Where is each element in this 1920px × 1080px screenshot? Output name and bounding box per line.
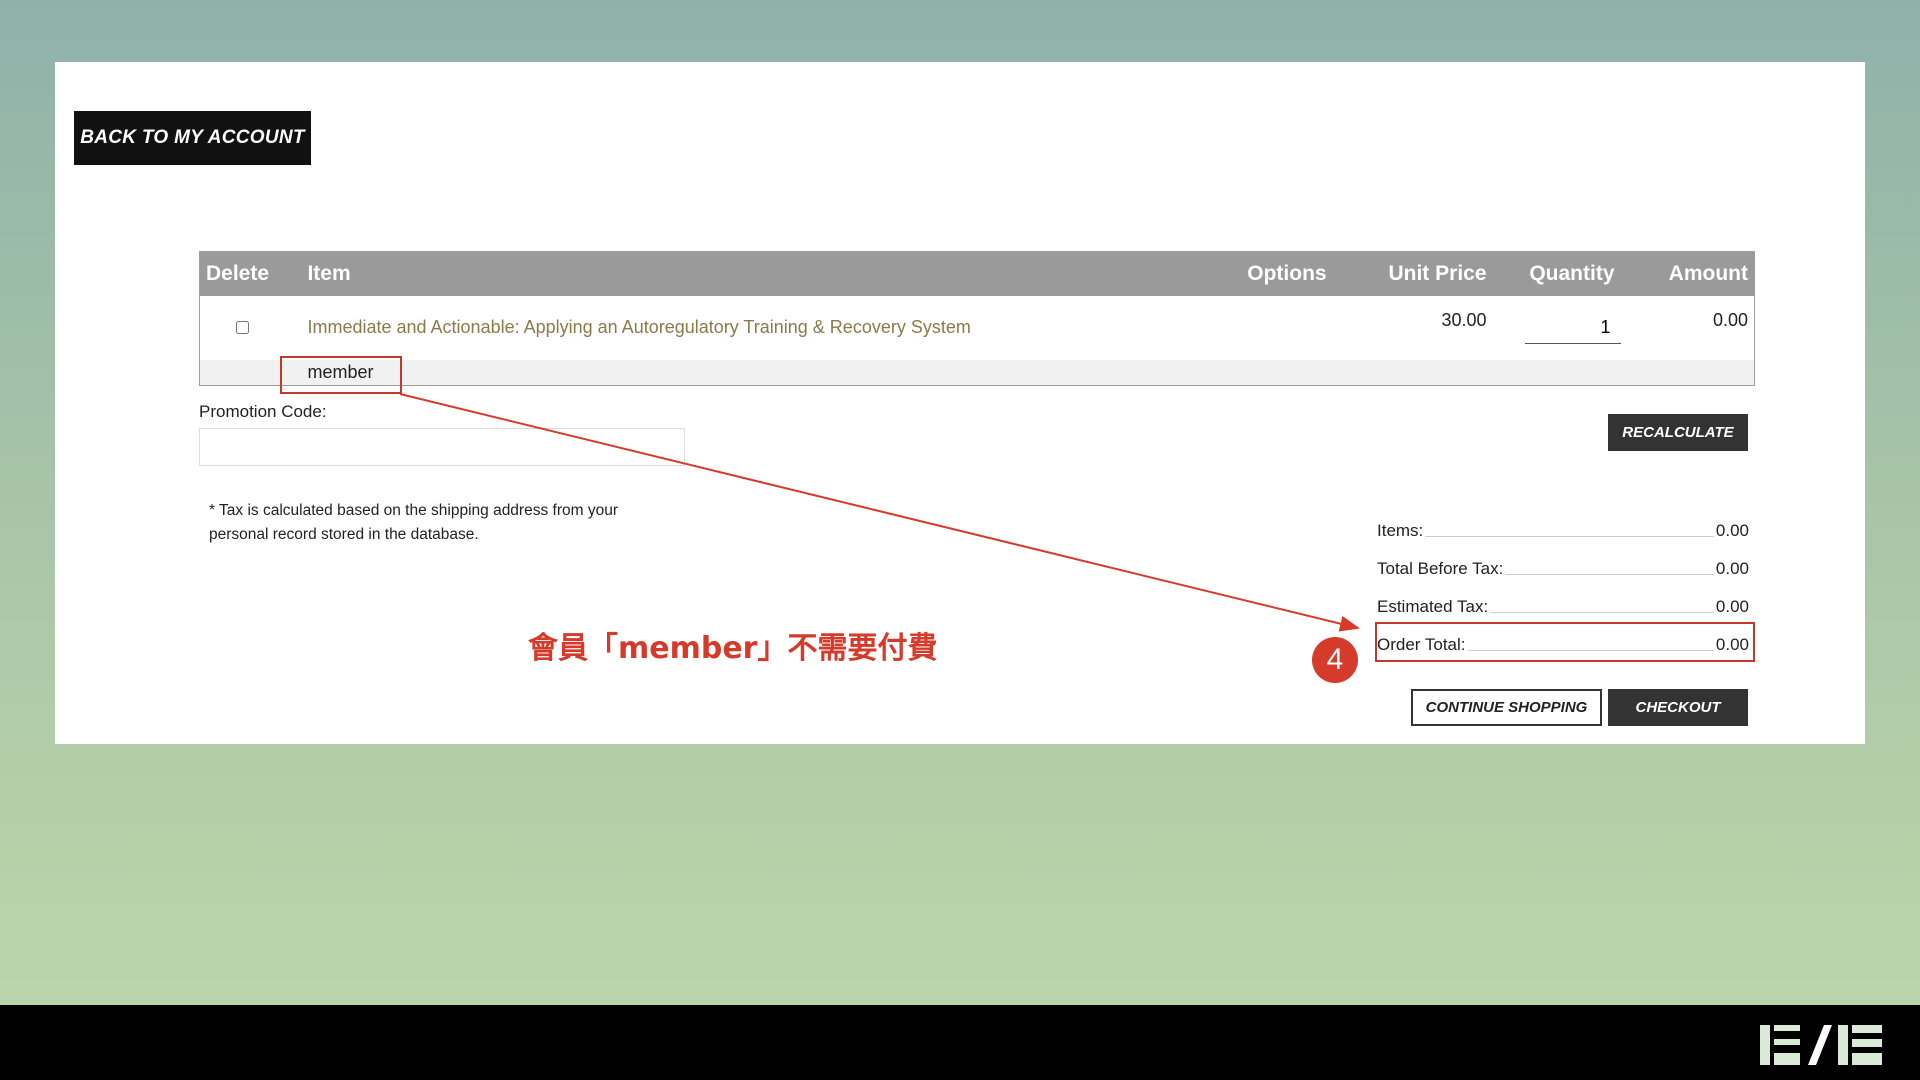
promo-code-label: Promotion Code: [199, 402, 327, 421]
before-tax-label: Total Before Tax: [1377, 559, 1506, 579]
member-highlight-box [280, 356, 402, 394]
promo-code-input[interactable] [199, 428, 685, 466]
unit-price-cell: 30.00 [1441, 309, 1487, 330]
col-options: Options [1200, 251, 1333, 296]
col-amount: Amount [1620, 251, 1755, 296]
items-total-label: Items: [1377, 521, 1426, 541]
recalculate-button[interactable]: RECALCULATE [1608, 414, 1748, 451]
item-cell: Immediate and Actionable: Applying an Au… [301, 296, 1200, 360]
back-to-account-button[interactable]: BACK TO MY ACCOUNT [74, 111, 311, 165]
continue-shopping-button[interactable]: CONTINUE SHOPPING [1411, 689, 1602, 726]
tax-note: * Tax is calculated based on the shippin… [209, 502, 618, 543]
table-row: Immediate and Actionable: Applying an Au… [200, 296, 1755, 360]
quantity-input[interactable] [1524, 311, 1621, 344]
amount-cell: 0.00 [1712, 309, 1748, 330]
item-link[interactable]: Immediate and Actionable: Applying an Au… [301, 317, 970, 337]
delete-cell [200, 296, 302, 360]
estimated-tax-label: Estimated Tax: [1377, 597, 1491, 617]
options-cell [1201, 296, 1333, 360]
items-total-value: 0.00 [1713, 521, 1749, 541]
before-tax-value: 0.00 [1713, 559, 1749, 579]
estimated-tax-value: 0.00 [1713, 597, 1749, 617]
option-row: member [199, 359, 1755, 386]
annotation-text: 會員「member」不需要付費 [528, 631, 938, 666]
quantity-cell [1493, 296, 1621, 360]
cart-table: Delete Item Options Unit Price Quantity … [199, 251, 1755, 386]
bottom-bar [0, 1005, 1920, 1080]
col-item: Item [301, 251, 1201, 296]
col-delete: Delete [199, 251, 302, 296]
brand-logo-icon [1760, 1025, 1882, 1065]
step-badge: 4 [1312, 637, 1358, 683]
col-quantity: Quantity [1492, 251, 1621, 296]
before-tax-row: Total Before Tax: 0.00 [1377, 551, 1749, 589]
delete-checkbox[interactable] [236, 320, 249, 334]
option-label: member [301, 359, 1755, 386]
table-header-row: Delete Item Options Unit Price Quantity … [199, 251, 1755, 296]
items-total-row: Items: 0.00 [1377, 513, 1749, 551]
col-unit-price: Unit Price [1332, 251, 1493, 296]
order-total-highlight-box [1375, 622, 1755, 662]
checkout-button[interactable]: CHECKOUT [1608, 689, 1748, 726]
